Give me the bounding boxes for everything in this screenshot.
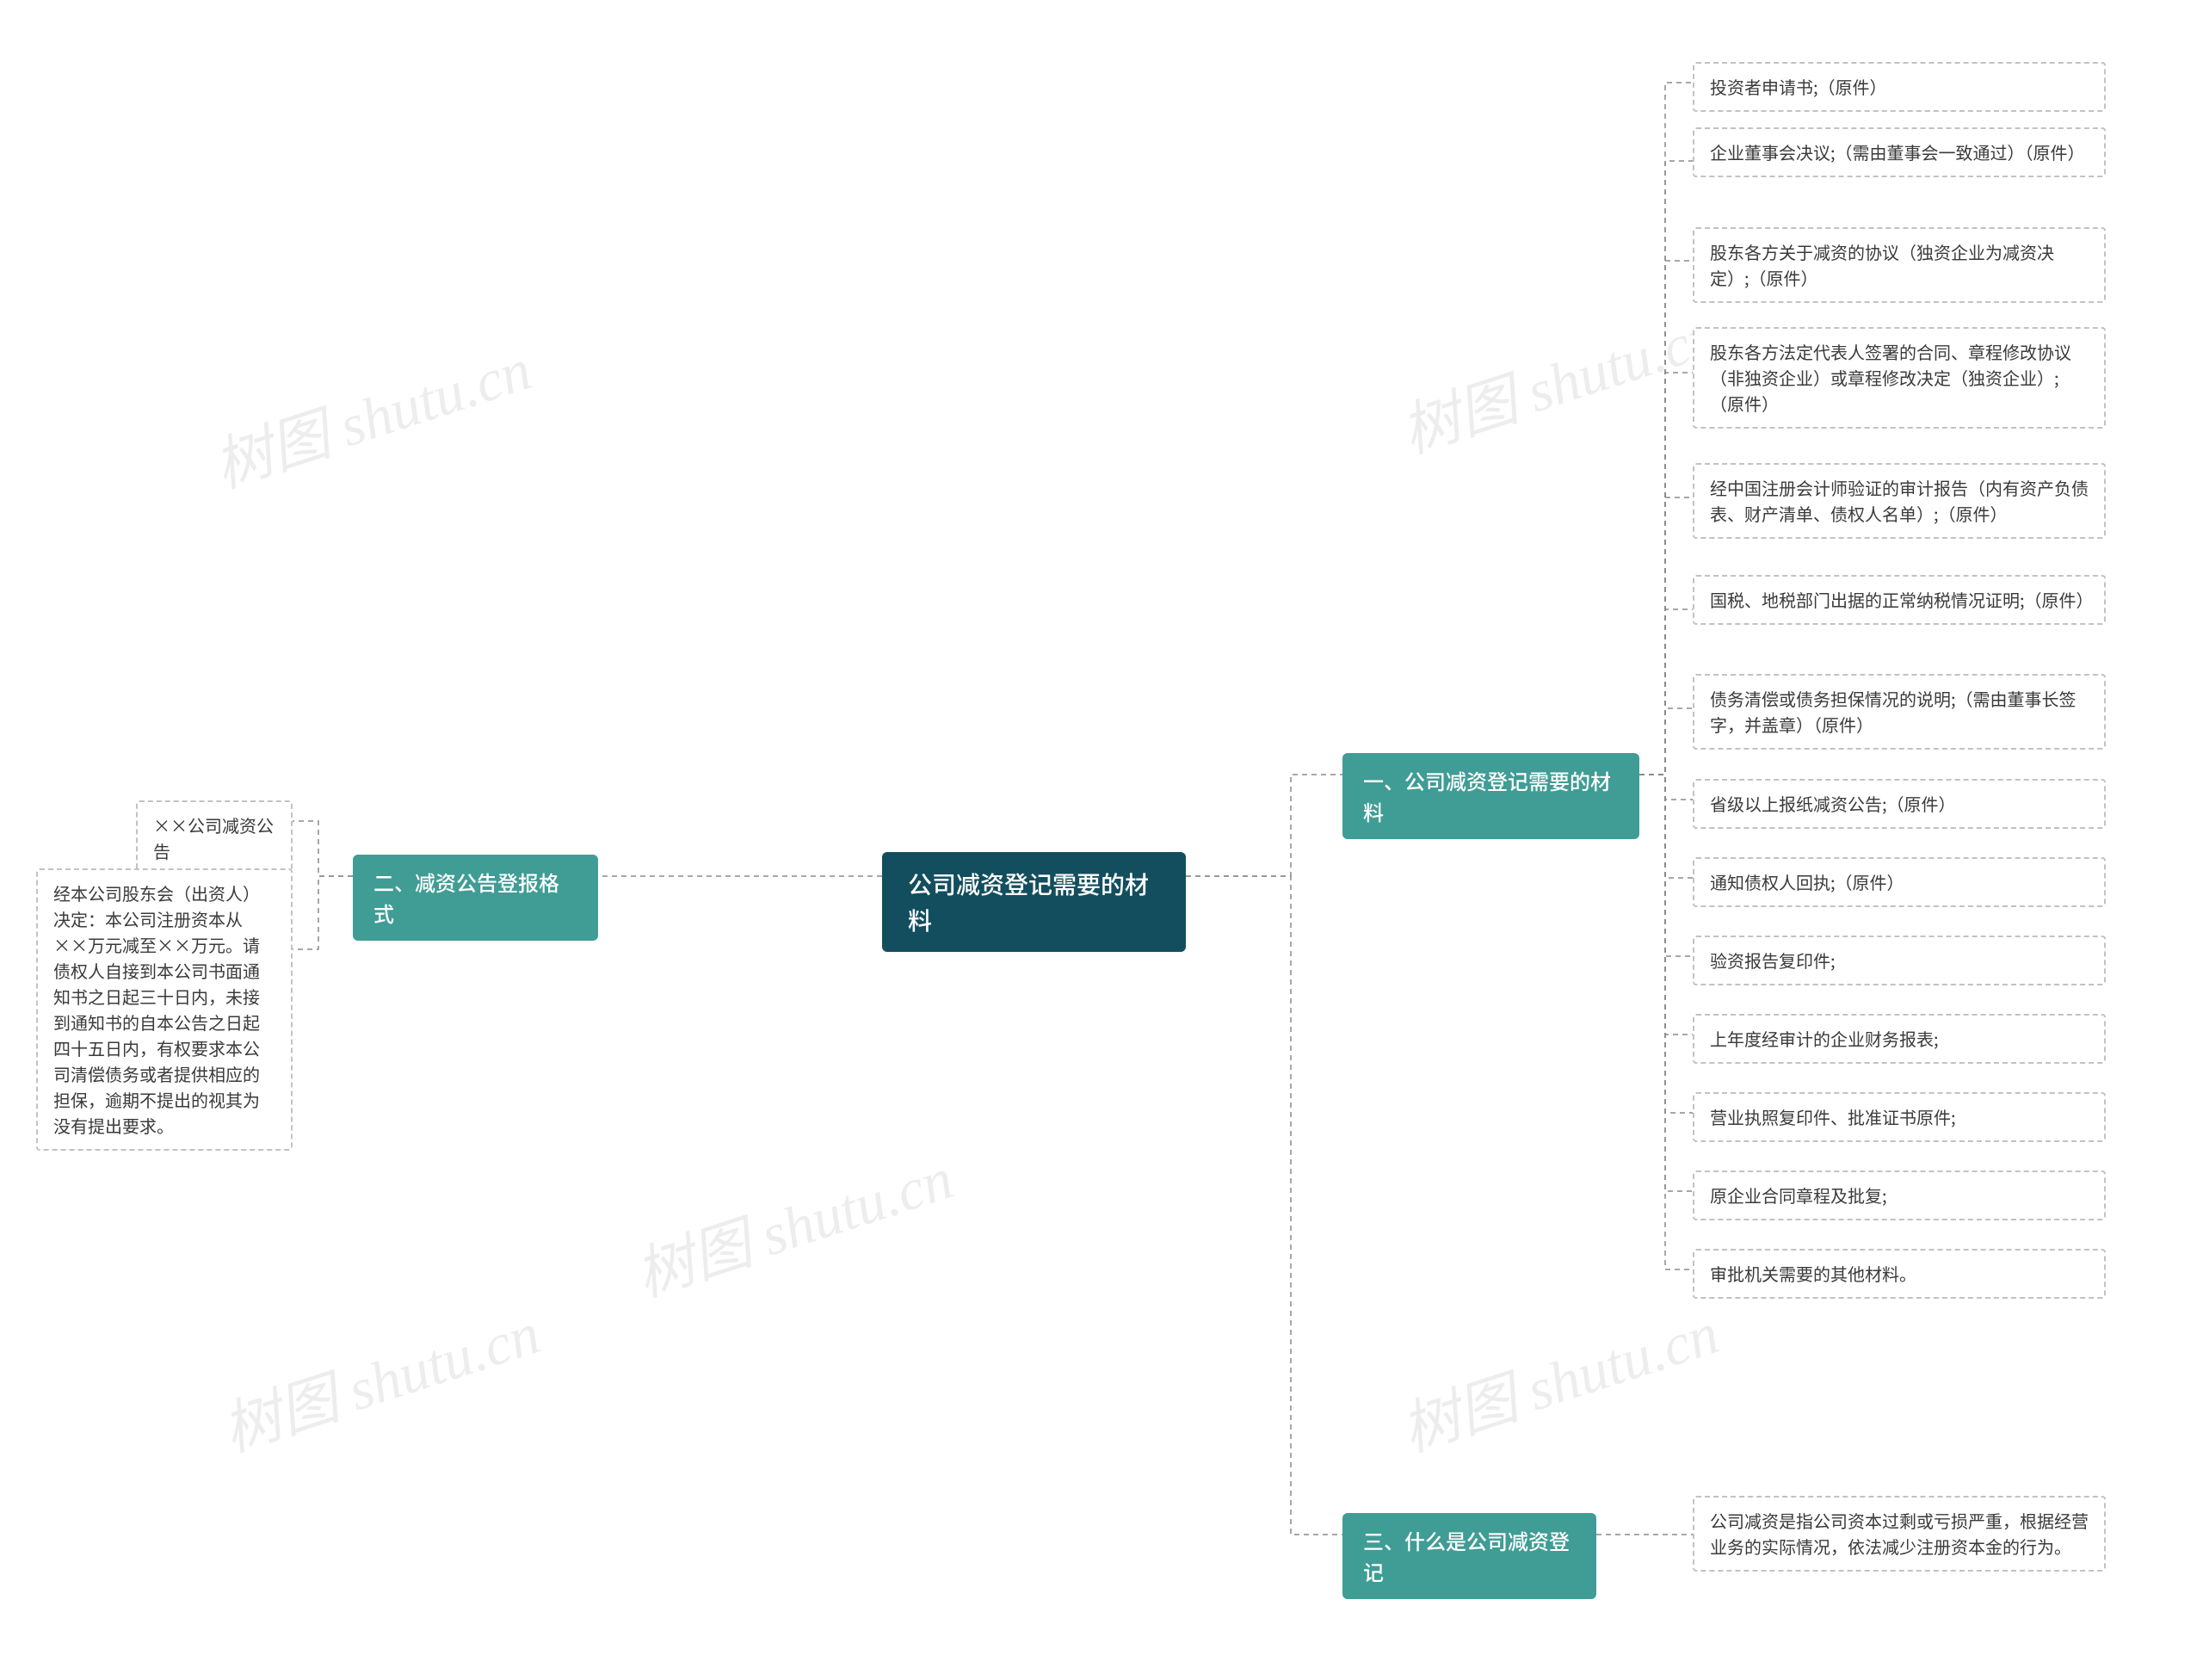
branch-materials: 一、公司减资登记需要的材料 [1342,753,1639,839]
watermark: 树图 shutu.cn [201,321,540,503]
leaf-material-13: 原企业合同章程及批复; [1693,1170,2106,1220]
leaf-material-2: 企业董事会决议;（需由董事会一致通过）（原件） [1693,127,2106,177]
leaf-material-7: 债务清偿或债务担保情况的说明;（需由董事长签字，并盖章）（原件） [1693,674,2106,750]
leaf-material-8: 省级以上报纸减资公告;（原件） [1693,779,2106,829]
leaf-material-14: 审批机关需要的其他材料。 [1693,1249,2106,1299]
leaf-material-5: 经中国注册会计师验证的审计报告（内有资产负债表、财产清单、债权人名单）;（原件） [1693,463,2106,539]
watermark: 树图 shutu.cn [1389,1285,1727,1467]
branch-definition: 三、什么是公司减资登记 [1342,1513,1596,1599]
watermark: 树图 shutu.cn [1389,287,1727,469]
watermark: 树图 shutu.cn [210,1285,548,1467]
root-node: 公司减资登记需要的材料 [882,852,1186,952]
leaf-material-9: 通知债权人回执;（原件） [1693,857,2106,907]
leaf-material-1: 投资者申请书;（原件） [1693,62,2106,112]
watermark: 树图 shutu.cn [623,1130,961,1312]
leaf-material-11: 上年度经审计的企业财务报表; [1693,1014,2106,1064]
leaf-material-4: 股东各方法定代表人签署的合同、章程修改协议（非独资企业）或章程修改决定（独资企业… [1693,327,2106,429]
leaf-definition-1: 公司减资是指公司资本过剩或亏损严重，根据经营业务的实际情况，依法减少注册资本金的… [1693,1496,2106,1572]
leaf-material-12: 营业执照复印件、批准证书原件; [1693,1092,2106,1142]
leaf-announcement-title: ××公司减资公告 [136,800,293,876]
leaf-material-6: 国税、地税部门出据的正常纳税情况证明;（原件） [1693,575,2106,625]
leaf-announcement-body: 经本公司股东会（出资人）决定：本公司注册资本从××万元减至××万元。请债权人自接… [36,868,293,1151]
leaf-material-10: 验资报告复印件; [1693,936,2106,985]
branch-announcement-format: 二、减资公告登报格式 [353,855,598,941]
leaf-material-3: 股东各方关于减资的协议（独资企业为减资决定）;（原件） [1693,227,2106,303]
